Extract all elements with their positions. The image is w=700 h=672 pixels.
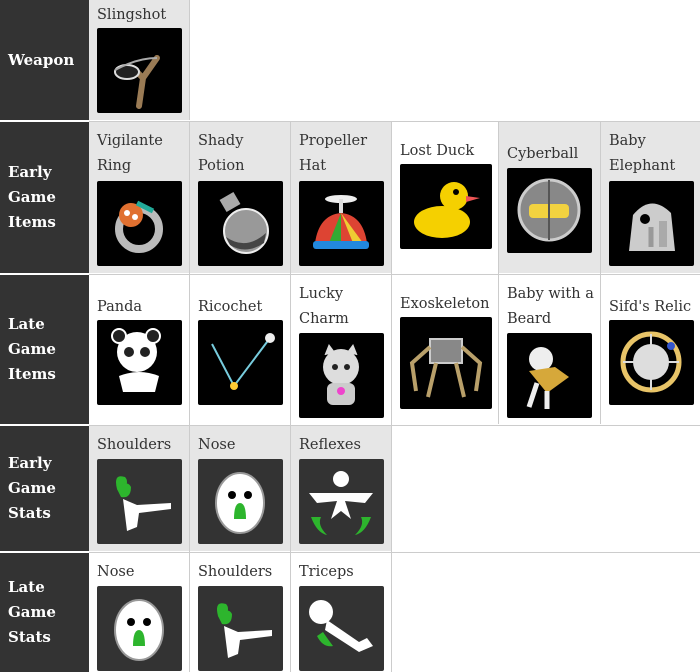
vigilante-ring-icon <box>97 181 182 266</box>
item-name: Nose <box>97 564 135 580</box>
exoskeleton-icon <box>400 317 492 409</box>
item-name: Panda <box>97 299 143 315</box>
row-header-label: Late Game Stats <box>8 578 56 646</box>
shady-potion-icon <box>198 181 283 266</box>
stat-cell-shoulders-late: Shoulders <box>190 553 290 672</box>
item-cell-ricochet: Ricochet <box>190 275 290 424</box>
stat-cell-triceps: Triceps <box>291 553 391 672</box>
panda-icon <box>97 320 182 405</box>
row-header-label: Weapon <box>8 50 75 69</box>
item-name: Baby with a Beard <box>507 286 594 327</box>
nose-icon <box>198 459 283 544</box>
slingshot-icon <box>97 28 182 113</box>
item-name: Baby Elephant <box>609 133 676 174</box>
item-name: Nose <box>198 437 236 453</box>
item-cell-vigilante-ring: Vigilante Ring <box>89 122 189 273</box>
item-name: Ricochet <box>198 299 263 315</box>
item-name: Triceps <box>299 564 354 580</box>
stat-cell-reflexes: Reflexes <box>291 426 391 551</box>
sifds-relic-icon <box>609 320 694 405</box>
nose-icon <box>97 586 182 671</box>
item-cell-lucky-charm: Lucky Charm <box>291 275 391 424</box>
row-header-late-stats: Late Game Stats <box>0 553 89 672</box>
triceps-icon <box>299 586 384 671</box>
item-cell-slingshot: Slingshot x6 <box>89 0 189 120</box>
item-name: Vigilante Ring <box>97 133 163 174</box>
item-cell-panda: Panda <box>89 275 189 424</box>
item-name: Shoulders <box>97 437 172 453</box>
item-cell-shady-potion: Shady Potion <box>190 122 290 273</box>
item-cell-propeller-hat: Propeller Hat <box>291 122 391 273</box>
stat-cell-nose-late: Nose <box>89 553 189 672</box>
row-header-early-stats: Early Game Stats <box>0 426 89 551</box>
row-header-label: Early Game Stats <box>8 454 56 522</box>
item-cell-baby-with-beard: Baby with a Beard <box>499 275 600 424</box>
shoulders-icon <box>198 586 283 671</box>
reflexes-icon <box>299 459 384 544</box>
propeller-hat-icon <box>299 181 384 266</box>
item-cell-cyberball: Cyberball <box>499 122 600 273</box>
baby-with-beard-icon <box>507 333 592 418</box>
item-cell-baby-elephant: Baby Elephant <box>601 122 700 273</box>
item-name: Lucky Charm <box>299 286 349 327</box>
row-header-label: Late Game Items <box>8 315 56 383</box>
baby-elephant-icon <box>609 181 694 266</box>
item-name: Propeller Hat <box>299 133 368 174</box>
item-name: Exoskeleton <box>400 296 490 312</box>
ricochet-icon <box>198 320 283 405</box>
stat-cell-nose: Nose <box>190 426 290 551</box>
item-name: Shady Potion <box>198 133 245 174</box>
cyberball-icon <box>507 168 592 253</box>
item-name: Reflexes <box>299 437 361 453</box>
build-table: Weapon Early Game Items Late Game Items … <box>0 0 700 672</box>
row-header-late-items: Late Game Items <box>0 275 89 424</box>
item-name: Lost Duck <box>400 143 475 159</box>
lost-duck-icon <box>400 164 492 249</box>
item-cell-lost-duck: Lost Duck <box>392 122 499 273</box>
item-cell-sifds-relic: Sifd's Relic <box>601 275 700 424</box>
item-name: Sifd's Relic <box>609 299 692 315</box>
lucky-charm-icon <box>299 333 384 418</box>
item-name: Shoulders <box>198 564 273 580</box>
item-name: Cyberball <box>507 146 579 162</box>
row-header-weapon: Weapon <box>0 0 89 120</box>
shoulders-icon <box>97 459 182 544</box>
item-cell-exoskeleton: Exoskeleton <box>392 275 499 424</box>
stat-cell-shoulders: Shoulders <box>89 426 189 551</box>
row-header-label: Early Game Items <box>8 163 56 231</box>
row-header-early-items: Early Game Items <box>0 122 89 273</box>
